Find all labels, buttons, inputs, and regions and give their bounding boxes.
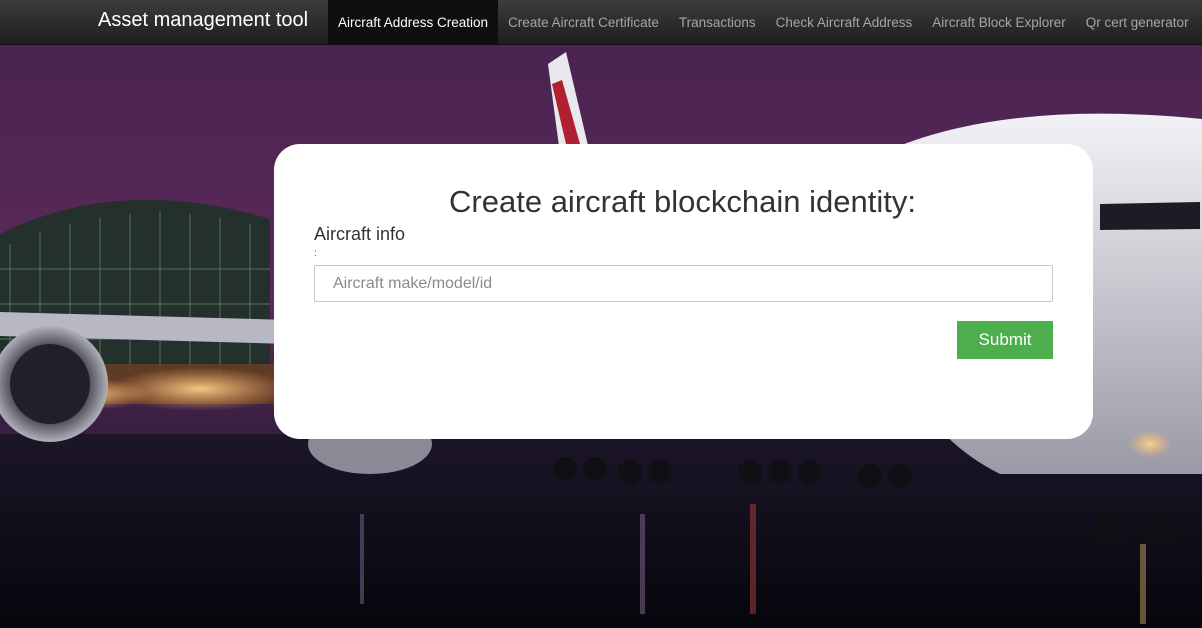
form-title: Create aircraft blockchain identity: [449, 184, 916, 219]
nav-menu: Aircraft Address Creation Create Aircraf… [328, 0, 1199, 44]
page: Asset management tool Aircraft Address C… [0, 0, 1202, 628]
nav-item-aircraft-address-creation[interactable]: Aircraft Address Creation [328, 0, 499, 44]
top-navbar: Asset management tool Aircraft Address C… [0, 0, 1202, 45]
nav-item-aircraft-block-explorer[interactable]: Aircraft Block Explorer [922, 0, 1076, 44]
aircraft-info-input[interactable] [314, 265, 1053, 302]
aircraft-info-label-suffix: : [314, 248, 317, 259]
nav-item-create-aircraft-certificate[interactable]: Create Aircraft Certificate [498, 0, 669, 44]
nav-item-check-aircraft-address[interactable]: Check Aircraft Address [766, 0, 923, 44]
nav-item-transactions[interactable]: Transactions [669, 0, 766, 44]
nav-item-qr-cert-generator[interactable]: Qr cert generator [1076, 0, 1199, 44]
aircraft-info-label: Aircraft info [314, 224, 406, 244]
identity-form-card: Create aircraft blockchain identity: Air… [274, 144, 1093, 439]
brand-title[interactable]: Asset management tool [98, 9, 308, 32]
submit-button[interactable]: Submit [957, 321, 1053, 359]
